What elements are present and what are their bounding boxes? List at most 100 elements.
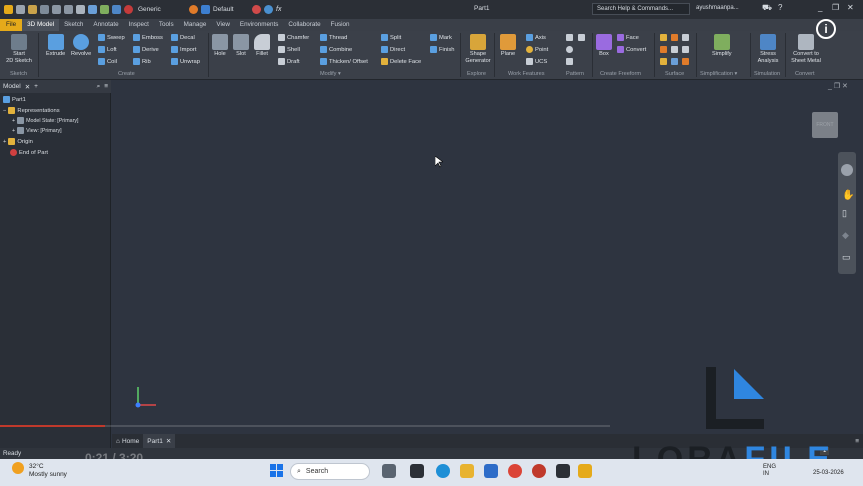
tab-part1[interactable]: Part1 ✕ (143, 434, 176, 448)
axis-button[interactable]: Axis (526, 34, 546, 41)
rib-button[interactable]: Rib (133, 58, 151, 65)
viewport-window-controls[interactable]: _ ❐ ✕ (828, 82, 848, 90)
store-icon[interactable] (484, 464, 498, 478)
restore-icon[interactable]: ❐ (832, 3, 839, 12)
app-icon[interactable] (532, 464, 546, 478)
group-simplification-label[interactable]: Simplification ▾ (700, 71, 737, 77)
expand-icon[interactable]: + (3, 139, 6, 145)
home-icon[interactable] (76, 5, 85, 14)
tab-file[interactable]: File (0, 19, 23, 31)
emboss-button[interactable]: Emboss (133, 34, 163, 41)
extend-icon[interactable] (671, 46, 678, 53)
revolve-button[interactable]: Revolve (71, 34, 91, 58)
fx-icon[interactable]: fx (276, 6, 281, 13)
split-button[interactable]: Split (381, 34, 401, 41)
tab-collaborate[interactable]: Collaborate (283, 19, 325, 31)
measure-icon[interactable] (112, 5, 121, 14)
simplify-button[interactable]: Simplify (712, 34, 732, 58)
start-sketch-button[interactable]: Start 2D Sketch (6, 34, 32, 64)
group-surface-label[interactable]: Surface (665, 71, 684, 77)
task-view-icon[interactable] (382, 464, 396, 478)
tab-3d-model[interactable]: 3D Model (22, 19, 60, 31)
help-icon[interactable]: ? (778, 3, 782, 12)
point-button[interactable]: Point (526, 46, 548, 53)
tree-item-part1[interactable]: Part1 (3, 96, 26, 103)
clear-appearance-icon[interactable] (252, 5, 261, 14)
derive-button[interactable]: Derive (133, 46, 159, 53)
user-account[interactable]: ayushmaanpa... (696, 5, 739, 11)
help-search-input[interactable]: Search Help & Commands... (592, 3, 690, 15)
stitch-icon[interactable] (660, 34, 667, 41)
close-icon[interactable]: ✕ (847, 3, 854, 12)
new-file-icon[interactable] (16, 5, 25, 14)
rectangular-pattern-button[interactable] (566, 34, 573, 41)
tab-sketch[interactable]: Sketch (59, 19, 88, 31)
windows-start-icon[interactable] (270, 464, 284, 478)
unwrap-button[interactable]: Unwrap (171, 58, 200, 65)
tree-item-view[interactable]: + View: [Primary] (12, 127, 62, 134)
direct-button[interactable]: Direct (381, 46, 405, 53)
face-button[interactable]: Face (617, 34, 639, 41)
patch-icon[interactable] (682, 34, 689, 41)
plane-button[interactable]: Plane (500, 34, 516, 58)
tab-manage[interactable]: Manage (179, 19, 212, 31)
video-progress-bar[interactable] (0, 425, 610, 427)
update-icon[interactable] (100, 5, 109, 14)
language-indicator[interactable]: ENG IN (763, 464, 776, 478)
undo-icon[interactable] (52, 5, 61, 14)
decal-button[interactable]: Decal (171, 34, 195, 41)
coil-button[interactable]: Coil (98, 58, 117, 65)
fit-mesh-icon[interactable] (671, 58, 678, 65)
search-icon[interactable]: ⌕ (97, 83, 101, 91)
tab-tools[interactable]: Tools (154, 19, 179, 31)
repair-icon[interactable] (660, 58, 667, 65)
loft-button[interactable]: Loft (98, 46, 117, 53)
circular-pattern-button[interactable] (566, 46, 573, 53)
sculpt-icon[interactable] (671, 34, 678, 41)
tabs-menu-icon[interactable]: ≡ (855, 438, 863, 445)
mirror-button[interactable] (578, 34, 585, 41)
group-work-features-label[interactable]: Work Features (508, 71, 545, 77)
tab-annotate[interactable]: Annotate (88, 19, 123, 31)
expand-icon[interactable]: + (12, 118, 15, 124)
material-icon[interactable] (124, 5, 133, 14)
chrome-icon[interactable] (508, 464, 522, 478)
save-icon[interactable] (40, 5, 49, 14)
zoom-icon[interactable]: ▯ (842, 208, 847, 219)
import-button[interactable]: Import (171, 46, 196, 53)
combine-button[interactable]: Combine (320, 46, 352, 53)
thicken-offset-button[interactable]: Thicken/ Offset (320, 58, 368, 65)
inventor-logo-icon[interactable] (4, 5, 13, 14)
close-tab-icon[interactable]: ✕ (166, 437, 171, 445)
redo-icon[interactable] (64, 5, 73, 14)
expand-icon[interactable]: + (12, 128, 15, 134)
terminal-icon[interactable] (410, 464, 424, 478)
tree-item-end-of-part[interactable]: End of Part (10, 149, 48, 156)
taskbar-search[interactable]: ⌕ Search (290, 463, 370, 480)
inventor-taskbar-icon[interactable] (556, 464, 570, 478)
sketch-pattern-button[interactable] (566, 58, 573, 65)
select-icon[interactable] (88, 5, 97, 14)
thread-button[interactable]: Thread (320, 34, 347, 41)
tab-fusion[interactable]: Fusion (326, 19, 355, 31)
cart-icon[interactable]: ⛟ (762, 3, 772, 13)
minimize-icon[interactable]: _ (818, 3, 822, 12)
slot-button[interactable]: Slot (233, 34, 249, 58)
weather-widget[interactable]: 32°C Mostly sunny (29, 463, 67, 479)
finish-button[interactable]: Finish (430, 46, 454, 53)
file-explorer-icon[interactable] (460, 464, 474, 478)
ruled-surface-icon[interactable] (682, 58, 689, 65)
weather-icon[interactable] (12, 462, 24, 474)
look-at-icon[interactable]: ▭ (842, 252, 851, 263)
tab-home[interactable]: ⌂ Home (112, 438, 143, 445)
convert-to-sheet-metal-button[interactable]: Convert to Sheet Metal (788, 34, 824, 64)
hole-button[interactable]: Hole (212, 34, 228, 58)
menu-icon[interactable]: ≡ (104, 83, 108, 90)
orbit-icon[interactable]: ◆ (842, 230, 849, 241)
appearance-icon[interactable] (189, 5, 198, 14)
tab-view[interactable]: View (211, 19, 235, 31)
add-browser-icon[interactable]: + (34, 83, 38, 90)
adjust-icon[interactable] (264, 5, 273, 14)
tree-item-representations[interactable]: − Representations (3, 107, 60, 114)
browser-tab-model[interactable]: Model (3, 83, 21, 90)
